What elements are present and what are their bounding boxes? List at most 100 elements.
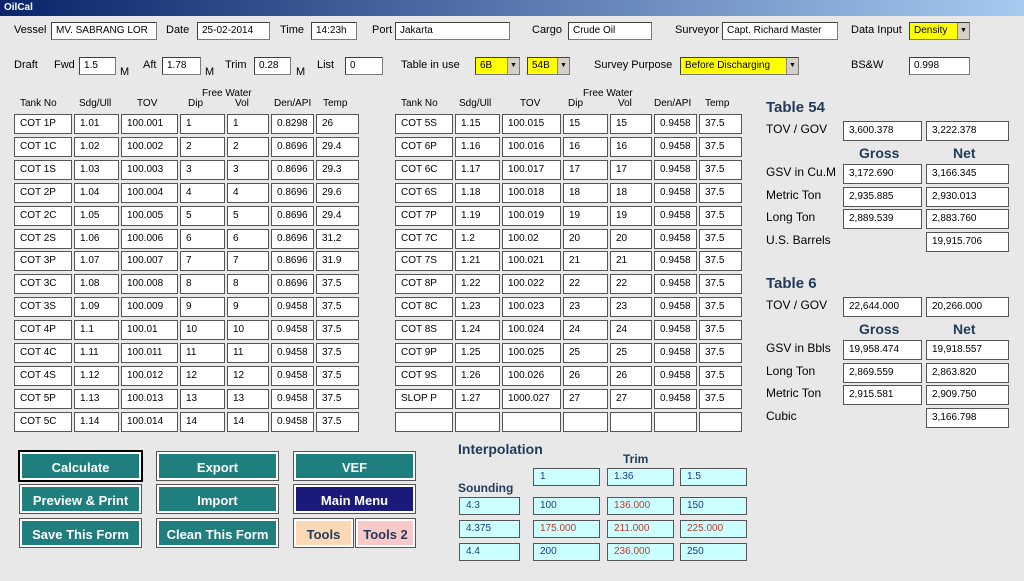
left-den-api-cell[interactable]: 0.8696 [271,205,314,226]
right-temp-cell[interactable]: 37.5 [699,159,742,180]
right-vol-cell[interactable]: 27 [610,388,652,409]
right-den-api-cell[interactable]: 0.9458 [654,205,697,226]
left-dip-cell[interactable]: 2 [180,136,225,157]
right-tank-no-cell[interactable]: COT 8P [395,274,453,295]
right-temp-cell[interactable]: 37.5 [699,114,742,134]
left-temp-cell[interactable]: 29.4 [316,136,359,157]
left-sdg-ull-cell[interactable]: 1.09 [74,297,119,318]
right-den-api-cell[interactable]: 0.9458 [654,274,697,295]
right-den-api-cell[interactable]: 0.9458 [654,343,697,363]
left-tank-no-cell[interactable]: COT 1C [14,136,72,157]
right-dip-cell[interactable]: 18 [563,182,608,203]
left-den-api-cell[interactable]: 0.9458 [271,388,314,409]
survey-purpose-select[interactable]: Before Discharging ▼ [680,57,799,75]
left-dip-cell[interactable]: 1 [180,114,225,134]
right-tov-cell[interactable]: 100.017 [502,159,561,180]
left-tov-cell[interactable]: 100.001 [121,114,178,134]
left-den-api-cell[interactable]: 0.8696 [271,228,314,249]
right-tov-cell[interactable]: 100.022 [502,274,561,295]
right-tank-no-cell[interactable]: COT 5S [395,114,453,134]
left-sdg-ull-cell[interactable]: 1.05 [74,205,119,226]
left-vol-cell[interactable]: 2 [227,136,269,157]
left-den-api-cell[interactable]: 0.8696 [271,274,314,295]
left-temp-cell[interactable]: 29.6 [316,182,359,203]
port-field[interactable]: Jakarta [395,22,510,40]
surveyor-field[interactable]: Capt. Richard Master [722,22,838,40]
left-den-api-cell[interactable]: 0.8696 [271,182,314,203]
interp-value-cell[interactable]: 100 [533,497,600,515]
main-menu-button[interactable]: Main Menu [293,484,416,514]
right-dip-cell[interactable]: 27 [563,388,608,409]
left-temp-cell[interactable]: 37.5 [316,320,359,341]
table-a-select[interactable]: 6B ▼ [475,57,520,75]
left-temp-cell[interactable]: 37.5 [316,388,359,409]
right-vol-cell[interactable]: 18 [610,182,652,203]
left-dip-cell[interactable]: 11 [180,343,225,363]
right-dip-cell[interactable]: 19 [563,205,608,226]
left-tov-cell[interactable]: 100.007 [121,251,178,272]
right-dip-cell[interactable]: 15 [563,114,608,134]
left-tank-no-cell[interactable]: COT 1P [14,114,72,134]
right-den-api-cell[interactable]: 0.9458 [654,251,697,272]
right-tank-no-cell[interactable]: COT 8S [395,320,453,341]
right-tank-no-cell[interactable]: COT 7P [395,205,453,226]
right-vol-cell[interactable]: 20 [610,228,652,249]
vef-button[interactable]: VEF [293,451,416,481]
aft-field[interactable]: 1.78 [162,57,201,75]
preview-print-button[interactable]: Preview & Print [19,484,142,514]
left-sdg-ull-cell[interactable]: 1.07 [74,251,119,272]
interp-sounding-value[interactable]: 4.4 [459,543,520,561]
interp-sounding-value[interactable]: 4.3 [459,497,520,515]
clean-form-button[interactable]: Clean This Form [156,518,279,548]
left-tov-cell[interactable]: 100.004 [121,182,178,203]
right-temp-cell[interactable]: 37.5 [699,136,742,157]
right-sdg-ull-cell[interactable] [455,411,500,432]
left-vol-cell[interactable]: 12 [227,365,269,386]
left-dip-cell[interactable]: 13 [180,388,225,409]
right-sdg-ull-cell[interactable]: 1.23 [455,297,500,318]
left-tank-no-cell[interactable]: COT 2P [14,182,72,203]
left-tank-no-cell[interactable]: COT 2C [14,205,72,226]
right-sdg-ull-cell[interactable]: 1.18 [455,182,500,203]
right-sdg-ull-cell[interactable]: 1.19 [455,205,500,226]
left-tov-cell[interactable]: 100.013 [121,388,178,409]
dropdown-arrow-icon[interactable]: ▼ [957,23,969,39]
left-vol-cell[interactable]: 3 [227,159,269,180]
right-den-api-cell[interactable]: 0.9458 [654,388,697,409]
left-dip-cell[interactable]: 12 [180,365,225,386]
right-den-api-cell[interactable]: 0.9458 [654,365,697,386]
right-den-api-cell[interactable]: 0.9458 [654,228,697,249]
left-temp-cell[interactable]: 37.5 [316,297,359,318]
left-tank-no-cell[interactable]: COT 3S [14,297,72,318]
left-den-api-cell[interactable]: 0.9458 [271,411,314,432]
save-form-button[interactable]: Save This Form [19,518,142,548]
right-vol-cell[interactable]: 15 [610,114,652,134]
cargo-field[interactable]: Crude Oil [568,22,652,40]
right-tov-cell[interactable]: 100.018 [502,182,561,203]
right-tov-cell[interactable]: 1000.027 [502,388,561,409]
left-sdg-ull-cell[interactable]: 1.03 [74,159,119,180]
right-tank-no-cell[interactable]: COT 6C [395,159,453,180]
tools-button[interactable]: Tools [293,518,354,548]
right-tank-no-cell[interactable]: COT 6S [395,182,453,203]
left-sdg-ull-cell[interactable]: 1.1 [74,320,119,341]
left-sdg-ull-cell[interactable]: 1.04 [74,182,119,203]
right-sdg-ull-cell[interactable]: 1.15 [455,114,500,134]
left-vol-cell[interactable]: 8 [227,274,269,295]
left-vol-cell[interactable]: 7 [227,251,269,272]
left-tov-cell[interactable]: 100.01 [121,320,178,341]
data-input-select[interactable]: Density ▼ [909,22,970,40]
left-dip-cell[interactable]: 5 [180,205,225,226]
left-tov-cell[interactable]: 100.005 [121,205,178,226]
right-tank-no-cell[interactable]: COT 6P [395,136,453,157]
right-dip-cell[interactable]: 24 [563,320,608,341]
right-dip-cell[interactable]: 21 [563,251,608,272]
left-vol-cell[interactable]: 1 [227,114,269,134]
left-tov-cell[interactable]: 100.006 [121,228,178,249]
right-den-api-cell[interactable] [654,411,697,432]
left-dip-cell[interactable]: 14 [180,411,225,432]
right-tank-no-cell[interactable]: COT 8C [395,297,453,318]
right-tov-cell[interactable]: 100.019 [502,205,561,226]
left-sdg-ull-cell[interactable]: 1.11 [74,343,119,363]
left-vol-cell[interactable]: 11 [227,343,269,363]
